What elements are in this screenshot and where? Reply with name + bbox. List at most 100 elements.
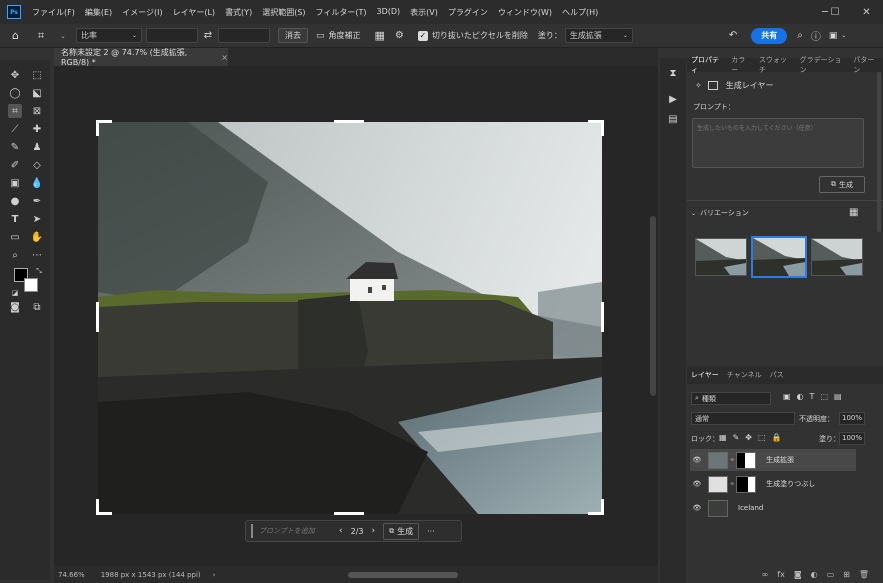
share-button[interactable]: 共有 bbox=[751, 27, 788, 44]
pen-tool-icon[interactable]: ✒ bbox=[30, 194, 44, 208]
crop-handle-top[interactable] bbox=[334, 120, 364, 123]
chevron-right-icon[interactable]: › bbox=[371, 526, 375, 536]
quick-mask-icon[interactable]: ◙ bbox=[8, 300, 22, 314]
home-icon[interactable]: ⌂ bbox=[12, 29, 30, 42]
layers-tab[interactable]: パス bbox=[766, 370, 788, 380]
delete-cropped-checkbox[interactable]: ✓ bbox=[417, 30, 428, 41]
lock-artboard-icon[interactable]: ⬚ bbox=[758, 433, 766, 442]
close-window-icon[interactable]: ✕ bbox=[850, 0, 883, 24]
layer-row[interactable]: 👁 ∞ 生成塗りつぶし bbox=[690, 473, 856, 495]
crop-tool-icon[interactable]: ⌗ bbox=[38, 29, 60, 43]
trash-icon[interactable]: 🗑 bbox=[859, 570, 869, 579]
layer-row[interactable]: 👁 Iceland bbox=[690, 497, 856, 519]
smart-object-filter-icon[interactable]: ▤ bbox=[834, 392, 842, 401]
properties-tab[interactable]: スウォッチ bbox=[755, 55, 796, 75]
add-mask-icon[interactable]: ◙ bbox=[794, 570, 802, 579]
eyedropper-tool-icon[interactable]: ⟋ bbox=[8, 122, 22, 136]
crop-handle-top-left[interactable] bbox=[96, 120, 99, 136]
history-panel-icon[interactable]: ⧗ bbox=[666, 66, 680, 80]
hand-tool-icon[interactable]: ✋ bbox=[30, 230, 44, 244]
libraries-icon[interactable]: ▤ bbox=[666, 112, 680, 126]
workspace-icon[interactable]: ▣ bbox=[829, 31, 838, 41]
default-colors-icon[interactable]: ◪ bbox=[8, 286, 22, 300]
move-tool-icon[interactable]: ✥ bbox=[8, 68, 22, 82]
menu-item[interactable]: ウィンドウ(W) bbox=[493, 7, 557, 18]
crop-handle-top-right[interactable] bbox=[601, 120, 604, 136]
swap-colors-icon[interactable]: ⤡ bbox=[32, 264, 46, 278]
menu-item[interactable]: レイヤー(L) bbox=[168, 7, 220, 18]
straighten-icon[interactable]: ▭ bbox=[316, 31, 325, 41]
fx-icon[interactable]: fx bbox=[777, 570, 785, 579]
clear-button[interactable]: 消去 bbox=[278, 28, 308, 43]
swap-icon[interactable]: ⇄ bbox=[198, 30, 218, 41]
history-brush-icon[interactable]: ✐ bbox=[8, 158, 22, 172]
status-arrow-icon[interactable]: › bbox=[213, 571, 216, 579]
type-tool-icon[interactable]: T bbox=[8, 212, 22, 226]
chevron-down-icon[interactable]: ⌄ bbox=[841, 32, 846, 39]
brush-tool-icon[interactable]: ✎ bbox=[8, 140, 22, 154]
help-icon[interactable]: ⓘ bbox=[811, 28, 821, 43]
variation-thumbnail-1[interactable] bbox=[695, 238, 747, 276]
visibility-eye-icon[interactable]: 👁 bbox=[690, 504, 704, 512]
ratio-select[interactable]: 比率 ⌄ bbox=[76, 28, 142, 43]
document-canvas[interactable] bbox=[98, 122, 602, 514]
variations-header[interactable]: ⌄ バリエーション bbox=[691, 208, 749, 218]
new-group-icon[interactable]: ▭ bbox=[827, 570, 835, 579]
crop-handle-bottom-left[interactable] bbox=[96, 499, 99, 515]
fill-select[interactable]: 生成拡張 ⌄ bbox=[564, 28, 633, 43]
menu-item[interactable]: 編集(E) bbox=[80, 7, 117, 18]
close-tab-icon[interactable]: × bbox=[221, 53, 228, 62]
marquee-tool-icon[interactable]: ⬚ bbox=[30, 68, 44, 82]
drag-handle[interactable] bbox=[251, 524, 253, 538]
crop-handle-bottom-right[interactable] bbox=[601, 499, 604, 515]
search-icon[interactable]: ⌕ bbox=[797, 30, 803, 41]
adjustment-layer-icon[interactable]: ◐ bbox=[811, 570, 818, 579]
shape-filter-icon[interactable]: ⬚ bbox=[820, 392, 828, 401]
grid-view-icon[interactable]: ▦ bbox=[849, 207, 858, 218]
link-layers-icon[interactable]: ∞ bbox=[762, 570, 769, 579]
maximize-icon[interactable]: ☐ bbox=[820, 0, 850, 24]
fill-input[interactable]: 100% bbox=[839, 432, 865, 445]
actions-play-icon[interactable]: ▶ bbox=[666, 92, 680, 106]
crop-tool-icon[interactable]: ⌗ bbox=[8, 104, 22, 118]
properties-tab[interactable]: プロパティ bbox=[687, 55, 727, 75]
grid-overlay-icon[interactable]: ▦ bbox=[375, 29, 385, 42]
vertical-scrollbar[interactable] bbox=[650, 216, 656, 396]
menu-item[interactable]: フィルター(T) bbox=[311, 7, 372, 18]
generate-button[interactable]: ⧉ 生成 bbox=[383, 522, 420, 540]
menu-item[interactable]: プラグイン bbox=[443, 7, 493, 18]
background-color-swatch[interactable] bbox=[24, 278, 38, 292]
healing-brush-icon[interactable]: ✚ bbox=[30, 122, 44, 136]
gradient-tool-icon[interactable]: ▣ bbox=[8, 176, 22, 190]
visibility-eye-icon[interactable]: 👁 bbox=[690, 456, 704, 464]
lock-transparency-icon[interactable]: ▦ bbox=[719, 433, 727, 442]
lasso-tool-icon[interactable]: ◯ bbox=[8, 86, 22, 100]
blur-tool-icon[interactable]: 💧 bbox=[30, 176, 44, 190]
gear-icon[interactable]: ⚙ bbox=[395, 30, 404, 41]
chevron-left-icon[interactable]: ‹ bbox=[339, 526, 343, 536]
new-layer-icon[interactable]: ⊞ bbox=[843, 570, 850, 579]
more-tools-icon[interactable]: ⋯ bbox=[30, 248, 44, 262]
canvas-area[interactable]: プロンプトを追加 ‹ 2/3 › ⧉ 生成 ··· bbox=[54, 66, 658, 566]
object-select-tool-icon[interactable]: ⬕ bbox=[30, 86, 44, 100]
blend-mode-select[interactable]: 通常 bbox=[691, 412, 795, 425]
pixel-filter-icon[interactable]: ▣ bbox=[783, 392, 791, 401]
properties-tab[interactable]: グラデーション bbox=[796, 55, 850, 75]
type-filter-icon[interactable]: T bbox=[810, 392, 815, 401]
layers-tab[interactable]: レイヤー bbox=[687, 370, 723, 380]
lock-position-icon[interactable]: ✥ bbox=[745, 433, 752, 442]
straighten-label[interactable]: 角度補正 bbox=[329, 30, 361, 41]
properties-tab[interactable]: カラー bbox=[727, 55, 755, 75]
visibility-eye-icon[interactable]: 👁 bbox=[690, 480, 704, 488]
document-tab[interactable]: 名称未設定 2 @ 74.7% (生成拡張, RGB/8) * × bbox=[54, 48, 228, 67]
path-select-tool-icon[interactable]: ➤ bbox=[30, 212, 44, 226]
prompt-input[interactable]: プロンプトを追加 bbox=[259, 526, 331, 536]
stamp-tool-icon[interactable]: ♟ bbox=[30, 140, 44, 154]
layer-filter-select[interactable]: ⌕ 種類 bbox=[691, 392, 771, 405]
properties-generate-button[interactable]: ⧉ 生成 bbox=[819, 176, 865, 193]
undo-icon[interactable]: ↶ bbox=[729, 30, 737, 41]
crop-handle-left[interactable] bbox=[96, 302, 99, 332]
lock-all-icon[interactable]: 🔒 bbox=[772, 433, 782, 442]
menu-item[interactable]: 表示(V) bbox=[405, 7, 443, 18]
lock-pixels-icon[interactable]: ✎ bbox=[733, 433, 740, 442]
